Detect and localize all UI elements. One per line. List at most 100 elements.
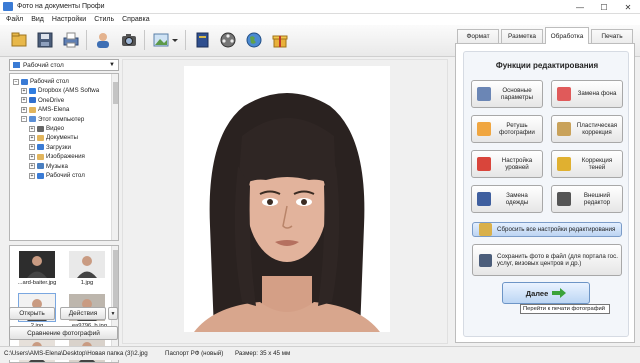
status-photo-size: Размер: 35 х 45 мм [235, 350, 291, 357]
tree-item-label: OneDrive [38, 96, 65, 104]
menu-view[interactable]: Вид [31, 16, 44, 23]
tree-item[interactable]: + Документы [29, 133, 78, 142]
film-icon[interactable] [217, 29, 239, 51]
function-button-label: Замена одежды [505, 191, 529, 207]
clothes-icon [477, 192, 491, 206]
thumbnail-item[interactable]: 1.jpg [63, 249, 111, 291]
toolbar-separator [144, 30, 145, 50]
desktop-icon [13, 62, 20, 68]
file-browser-panel: Рабочий стол ▼ − Рабочий стол + Dropbox (AM… [6, 59, 119, 363]
retouch-icon [477, 122, 491, 136]
tree-item-label: Рабочий стол [30, 78, 69, 85]
tree-scrollbar[interactable] [111, 74, 118, 240]
tree-item[interactable]: + Изображения [29, 152, 85, 161]
function-button[interactable]: Основные параметры [471, 80, 543, 108]
book-icon[interactable] [191, 29, 213, 51]
folder-icon [37, 134, 44, 141]
menu-style[interactable]: Стиль [94, 16, 114, 23]
compare-photos-button[interactable]: Сравнение фотографий [9, 326, 118, 340]
actions-button[interactable]: Действия [60, 307, 106, 320]
expand-toggle-icon[interactable]: − [21, 116, 27, 123]
tree-item[interactable]: + Рабочий стол [29, 171, 85, 180]
expand-toggle-icon[interactable]: + [29, 125, 35, 132]
save-to-file-button[interactable]: Сохранить фото в файл (для портала гос. … [472, 244, 622, 276]
tree-scroll-thumb[interactable] [113, 82, 118, 104]
tree-item[interactable]: + Загрузки [29, 143, 71, 152]
expand-toggle-icon[interactable]: + [29, 153, 35, 160]
close-button[interactable]: ✕ [616, 0, 640, 14]
function-button-label: Пластическая коррекция [576, 121, 618, 137]
expand-toggle-icon[interactable]: − [13, 78, 19, 85]
save-icon[interactable] [34, 29, 56, 51]
tree-item[interactable]: + AMS-Elena [21, 105, 69, 114]
folder-icon [37, 153, 44, 160]
section-title: Функции редактирования [495, 61, 599, 70]
tree-item-label: AMS-Elena [38, 106, 70, 114]
gift-icon[interactable] [269, 29, 291, 51]
expand-toggle-icon[interactable]: + [29, 144, 35, 151]
menu-file[interactable]: Файл [6, 16, 23, 23]
expand-toggle-icon[interactable]: + [21, 87, 27, 94]
function-button-label: Замена фона [577, 90, 617, 98]
image-icon[interactable] [150, 29, 172, 51]
open-button[interactable]: Открыть [9, 307, 55, 320]
expand-toggle-icon[interactable]: + [21, 106, 27, 113]
next-button[interactable]: Далее [502, 282, 590, 304]
expand-toggle-icon[interactable]: + [29, 163, 35, 170]
paint-bucket-icon [557, 87, 571, 101]
status-document-format: Паспорт РФ (новый) [165, 350, 224, 357]
expand-toggle-icon[interactable]: + [21, 97, 27, 104]
reset-settings-button[interactable]: Сбросить все настройки редактирования [472, 222, 622, 237]
function-button[interactable]: Внешний редактор [551, 185, 623, 213]
tree-item[interactable]: + Видео [29, 124, 64, 133]
tab-layout[interactable]: Разметка [501, 29, 543, 43]
gear-icon [477, 87, 491, 101]
tree-item-label: Загрузки [46, 143, 71, 151]
tab-format[interactable]: Формат [457, 29, 499, 43]
globe-icon[interactable] [243, 29, 265, 51]
tree-item-label: Видео [46, 125, 65, 132]
thumbnail-scrollbar[interactable] [111, 246, 118, 362]
menu-settings[interactable]: Настройки [52, 16, 86, 23]
print-icon[interactable] [60, 29, 82, 51]
editor-icon [557, 192, 571, 206]
tab-print[interactable]: Печать [591, 29, 633, 43]
function-button[interactable]: Настройка уровней [471, 150, 543, 178]
tree-item[interactable]: − Рабочий стол [13, 77, 69, 86]
tab-processing[interactable]: Обработка [545, 27, 589, 44]
person-icon[interactable] [92, 29, 114, 51]
tree-item-label: Изображения [46, 153, 85, 161]
menu-help[interactable]: Справка [122, 16, 149, 23]
folder-select[interactable]: Рабочий стол ▼ [9, 59, 119, 71]
tree-item[interactable]: + OneDrive [21, 96, 64, 105]
folder-icon [37, 172, 44, 179]
thumbnail-image [19, 251, 55, 278]
camera-icon[interactable] [118, 29, 140, 51]
minimize-button[interactable]: — [568, 0, 592, 14]
tree-item-label: Документы [46, 134, 78, 142]
chevron-down-icon[interactable] [171, 29, 179, 51]
shadow-icon [557, 157, 571, 171]
function-button[interactable]: Замена одежды [471, 185, 543, 213]
thumbnail-caption: ...ard-baiter.jpg [17, 280, 57, 286]
function-button[interactable]: Пластическая коррекция [551, 115, 623, 143]
photo-preview[interactable] [184, 66, 390, 332]
tree-item[interactable]: + Dropbox (AMS Softwa [21, 86, 99, 95]
thumbnail-scroll-thumb[interactable] [113, 250, 118, 310]
title-bar: Фото на документы Профи — ☐ ✕ [0, 0, 640, 14]
function-button[interactable]: Замена фона [551, 80, 623, 108]
actions-dropdown-button[interactable]: ▼ [108, 307, 118, 320]
tree-item[interactable]: + Музыка [29, 162, 68, 171]
next-button-label: Далее [525, 288, 549, 298]
expand-toggle-icon[interactable]: + [29, 172, 35, 179]
thumbnail-image [69, 251, 105, 278]
function-button[interactable]: Ретушь фотографии [471, 115, 543, 143]
function-button[interactable]: Коррекция теней [551, 150, 623, 178]
folder-select-value: Рабочий стол [23, 61, 64, 69]
open-icon[interactable] [8, 29, 30, 51]
expand-toggle-icon[interactable]: + [29, 134, 35, 141]
thumbnail-item[interactable]: ...ard-baiter.jpg [13, 249, 61, 291]
tree-item[interactable]: − Этот компьютер [21, 115, 84, 124]
menu-bar: Файл Вид Настройки Стиль Справка [0, 14, 640, 25]
maximize-button[interactable]: ☐ [592, 0, 616, 14]
